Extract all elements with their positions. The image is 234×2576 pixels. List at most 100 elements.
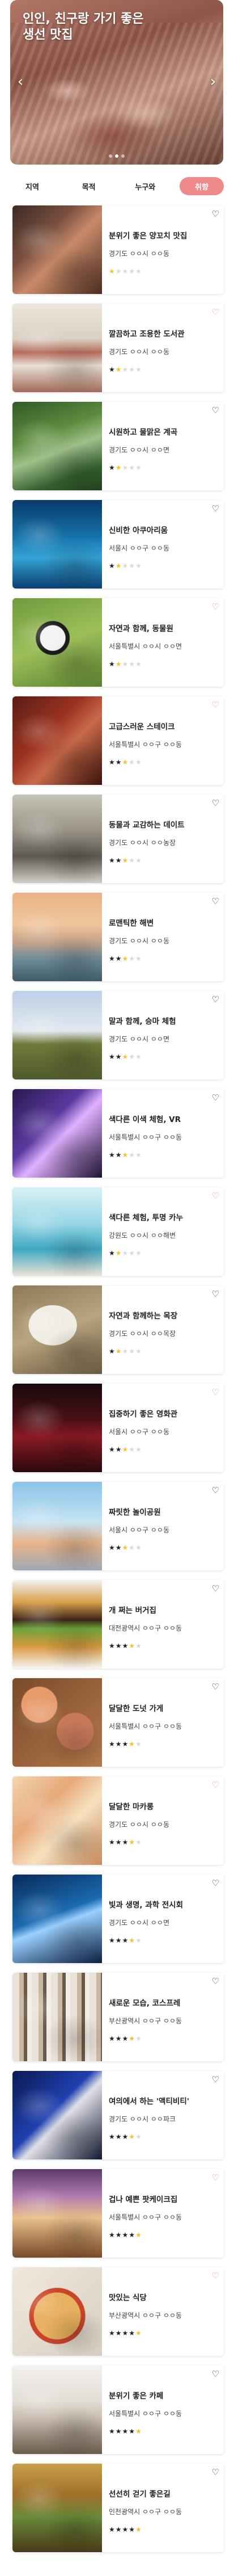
place-card[interactable]: ♡ 깔끔하고 조용한 도서관 경기도 ㅇㅇ시 ㅇㅇ동 ★★★★★ <box>12 304 224 392</box>
place-address: 경기도 ㅇㅇ시 ㅇㅇ파크 <box>109 2115 176 2123</box>
star-icon: ★ <box>135 1642 142 1650</box>
place-card[interactable]: ♡ 색다른 이색 체험, VR 서울특별시 ㅇㅇ구 ㅇㅇ동 ★★★★★ <box>12 1089 224 1178</box>
star-rating: ★★★★★ <box>109 955 224 963</box>
place-card[interactable]: ♡ 짜릿한 놀이공원 서울시 ㅇㅇ구 ㅇㅇ동 ★★★★★ <box>12 1482 224 1570</box>
star-icon: ★ <box>115 365 122 373</box>
hero-banner[interactable]: 인인, 친구랑 가기 좋은 생선 맛집 ‹ › <box>10 0 223 165</box>
star-rating: ★★★★★ <box>109 1249 224 1257</box>
heart-icon[interactable]: ♡ <box>212 603 219 611</box>
star-icon: ★ <box>129 1053 136 1061</box>
heart-icon[interactable]: ♡ <box>212 1486 219 1495</box>
star-rating: ★★★★★ <box>109 1445 224 1453</box>
place-card[interactable]: ♡ 말과 함께, 승마 체험 경기도 ㅇㅇ시 ㅇㅇ면 ★★★★★ <box>12 991 224 1079</box>
pagination-dot[interactable] <box>121 154 125 158</box>
heart-icon[interactable]: ♡ <box>212 1585 219 1593</box>
place-card[interactable]: ♡ 여의에서 하는 '액티비티' 경기도 ㅇㅇ시 ㅇㅇ파크 ★★★★★ <box>12 2071 224 2159</box>
chevron-right-icon[interactable]: › <box>206 74 220 90</box>
place-card[interactable]: ♡ 분위기 좋은 카페 서울특별시 ㅇㅇ구 ㅇㅇ동 ★★★★★ <box>12 2365 224 2454</box>
heart-icon[interactable]: ♡ <box>212 1388 219 1397</box>
star-icon: ★ <box>135 2133 142 2141</box>
star-icon: ★ <box>129 2231 136 2239</box>
star-icon: ★ <box>135 2427 142 2435</box>
place-card[interactable]: ♡ 자연과 함께하는 목장 경기도 ㅇㅇ시 ㅇㅇ목장 ★★★★★ <box>12 1285 224 1374</box>
heart-icon[interactable]: ♡ <box>212 1781 219 1789</box>
star-icon: ★ <box>115 2329 122 2337</box>
star-icon: ★ <box>135 2231 142 2239</box>
star-rating: ★★★★★ <box>109 365 224 373</box>
place-card[interactable]: ♡ 새로운 모습, 코스프레 부산광역시 ㅇㅇ구 ㅇㅇ동 ★★★★★ <box>12 1973 224 2061</box>
pagination-dot[interactable] <box>109 154 112 158</box>
star-icon: ★ <box>129 1642 136 1650</box>
star-icon: ★ <box>122 562 129 570</box>
heart-icon[interactable]: ♡ <box>212 701 219 709</box>
place-info: ♡ 로맨틱한 해변 경기도 ㅇㅇ시 ㅇㅇ동 ★★★★★ <box>102 893 224 981</box>
place-card[interactable]: ♡ 선선히 걷기 좋은길 인천광역시 ㅇㅇ구 ㅇㅇ동 ★★★★★ <box>12 2464 224 2552</box>
heart-icon[interactable]: ♡ <box>212 2174 219 2182</box>
place-card[interactable]: ♡ 개 쩌는 버거집 대전광역시 ㅇㅇ구 ㅇㅇ동 ★★★★★ <box>12 1580 224 1669</box>
place-thumbnail <box>12 1973 102 2061</box>
place-info: ♡ 색다른 체험, 투명 카누 강원도 ㅇㅇ시 ㅇㅇ해변 ★★★★★ <box>102 1187 224 1276</box>
tab-3[interactable]: 취향 <box>179 177 224 195</box>
star-icon: ★ <box>109 2231 116 2239</box>
place-info: ♡ 자연과 함께하는 목장 경기도 ㅇㅇ시 ㅇㅇ목장 ★★★★★ <box>102 1285 224 1374</box>
place-card[interactable]: ♡ 자연과 함께, 동물원 서울특별시 ㅇㅇ시 ㅇㅇ면 ★★★★★ <box>12 598 224 687</box>
heart-icon[interactable]: ♡ <box>212 308 219 317</box>
place-thumbnail <box>12 1285 102 1374</box>
tab-2[interactable]: 누구와 <box>123 177 167 195</box>
place-card[interactable]: ♡ 빛과 생명, 과학 전시회 경기도 ㅇㅇ시 ㅇㅇ면 ★★★★★ <box>12 1875 224 1963</box>
place-card[interactable]: ♡ 달달한 도넛 가게 서울특별시 ㅇㅇ구 ㅇㅇ동 ★★★★★ <box>12 1678 224 1767</box>
tab-1[interactable]: 목적 <box>67 177 111 195</box>
heart-icon[interactable]: ♡ <box>212 2272 219 2280</box>
heart-icon[interactable]: ♡ <box>212 2468 219 2477</box>
heart-icon[interactable]: ♡ <box>212 897 219 906</box>
place-card[interactable]: ♡ 겁나 예쁜 팟케이크집 서울특별시 ㅇㅇ구 ㅇㅇ동 ★★★★★ <box>12 2169 224 2258</box>
place-thumbnail <box>12 2365 102 2454</box>
place-card[interactable]: ♡ 맛있는 식당 부산광역시 ㅇㅇ구 ㅇㅇ동 ★★★★★ <box>12 2267 224 2356</box>
heart-icon[interactable]: ♡ <box>212 1879 219 1888</box>
place-thumbnail <box>12 2464 102 2552</box>
place-info: ♡ 자연과 함께, 동물원 서울특별시 ㅇㅇ시 ㅇㅇ면 ★★★★★ <box>102 598 224 687</box>
place-card[interactable]: ♡ 색다른 체험, 투명 카누 강원도 ㅇㅇ시 ㅇㅇ해변 ★★★★★ <box>12 1187 224 1276</box>
heart-icon[interactable]: ♡ <box>212 1977 219 1986</box>
place-card[interactable]: ♡ 분위기 좋은 양꼬치 맛집 경기도 ㅇㅇ시 ㅇㅇ동 ★★★★★ <box>12 205 224 294</box>
star-icon: ★ <box>122 856 129 864</box>
heart-icon[interactable]: ♡ <box>212 1683 219 1691</box>
pagination-dot[interactable] <box>115 154 118 158</box>
star-icon: ★ <box>109 1347 116 1355</box>
heart-icon[interactable]: ♡ <box>212 1094 219 1102</box>
place-card[interactable]: ♡ 신비한 아쿠아리움 서울시 ㅇㅇ구 ㅇㅇ동 ★★★★★ <box>12 500 224 589</box>
place-card[interactable]: ♡ 로맨틱한 해변 경기도 ㅇㅇ시 ㅇㅇ동 ★★★★★ <box>12 893 224 981</box>
star-icon: ★ <box>109 2035 116 2043</box>
place-card[interactable]: ♡ 고급스러운 스테이크 서울특별시 ㅇㅇ구 ㅇㅇ동 ★★★★★ <box>12 696 224 785</box>
place-card[interactable]: ♡ 달달한 마카롱 경기도 ㅇㅇ시 ㅇㅇ동 ★★★★★ <box>12 1776 224 1865</box>
star-icon: ★ <box>135 2035 142 2043</box>
heart-icon[interactable]: ♡ <box>212 406 219 415</box>
place-thumbnail <box>12 2169 102 2258</box>
heart-icon[interactable]: ♡ <box>212 2075 219 2084</box>
chevron-left-icon[interactable]: ‹ <box>14 74 27 90</box>
place-card[interactable]: ♡ 집중하기 좋은 영화관 서울시 ㅇㅇ구 ㅇㅇ동 ★★★★★ <box>12 1384 224 1472</box>
place-card[interactable]: ♡ 동물과 교감하는 데이트 경기도 ㅇㅇ시 ㅇㅇ농장 ★★★★★ <box>12 795 224 883</box>
place-title: 깔끔하고 조용한 도서관 <box>109 330 185 339</box>
star-icon: ★ <box>135 1936 142 1944</box>
heart-icon[interactable]: ♡ <box>212 210 219 218</box>
heart-icon[interactable]: ♡ <box>212 799 219 808</box>
star-rating: ★★★★★ <box>109 562 224 570</box>
place-address: 서울시 ㅇㅇ구 ㅇㅇ동 <box>109 1526 169 1534</box>
place-thumbnail <box>12 696 102 785</box>
heart-icon[interactable]: ♡ <box>212 1192 219 1200</box>
place-info: ♡ 개 쩌는 버거집 대전광역시 ㅇㅇ구 ㅇㅇ동 ★★★★★ <box>102 1580 224 1669</box>
place-info: ♡ 집중하기 좋은 영화관 서울시 ㅇㅇ구 ㅇㅇ동 ★★★★★ <box>102 1384 224 1472</box>
heart-icon[interactable]: ♡ <box>212 995 219 1004</box>
star-icon: ★ <box>122 2329 129 2337</box>
tab-0[interactable]: 지역 <box>10 177 54 195</box>
heart-icon[interactable]: ♡ <box>212 505 219 513</box>
star-icon: ★ <box>129 660 136 668</box>
page: 인인, 친구랑 가기 좋은 생선 맛집 ‹ › 지역 목적 누구와 취향 ♡ 분위기 좋… <box>0 0 234 2552</box>
heart-icon[interactable]: ♡ <box>212 1290 219 1298</box>
place-card[interactable]: ♡ 시원하고 물맑은 계곡 경기도 ㅇㅇ시 ㅇㅇ면 ★★★★★ <box>12 402 224 490</box>
place-title: 분위기 좋은 양꼬치 맛집 <box>109 232 188 241</box>
star-icon: ★ <box>109 1445 116 1453</box>
star-rating: ★★★★★ <box>109 1347 224 1355</box>
heart-icon[interactable]: ♡ <box>212 2370 219 2379</box>
